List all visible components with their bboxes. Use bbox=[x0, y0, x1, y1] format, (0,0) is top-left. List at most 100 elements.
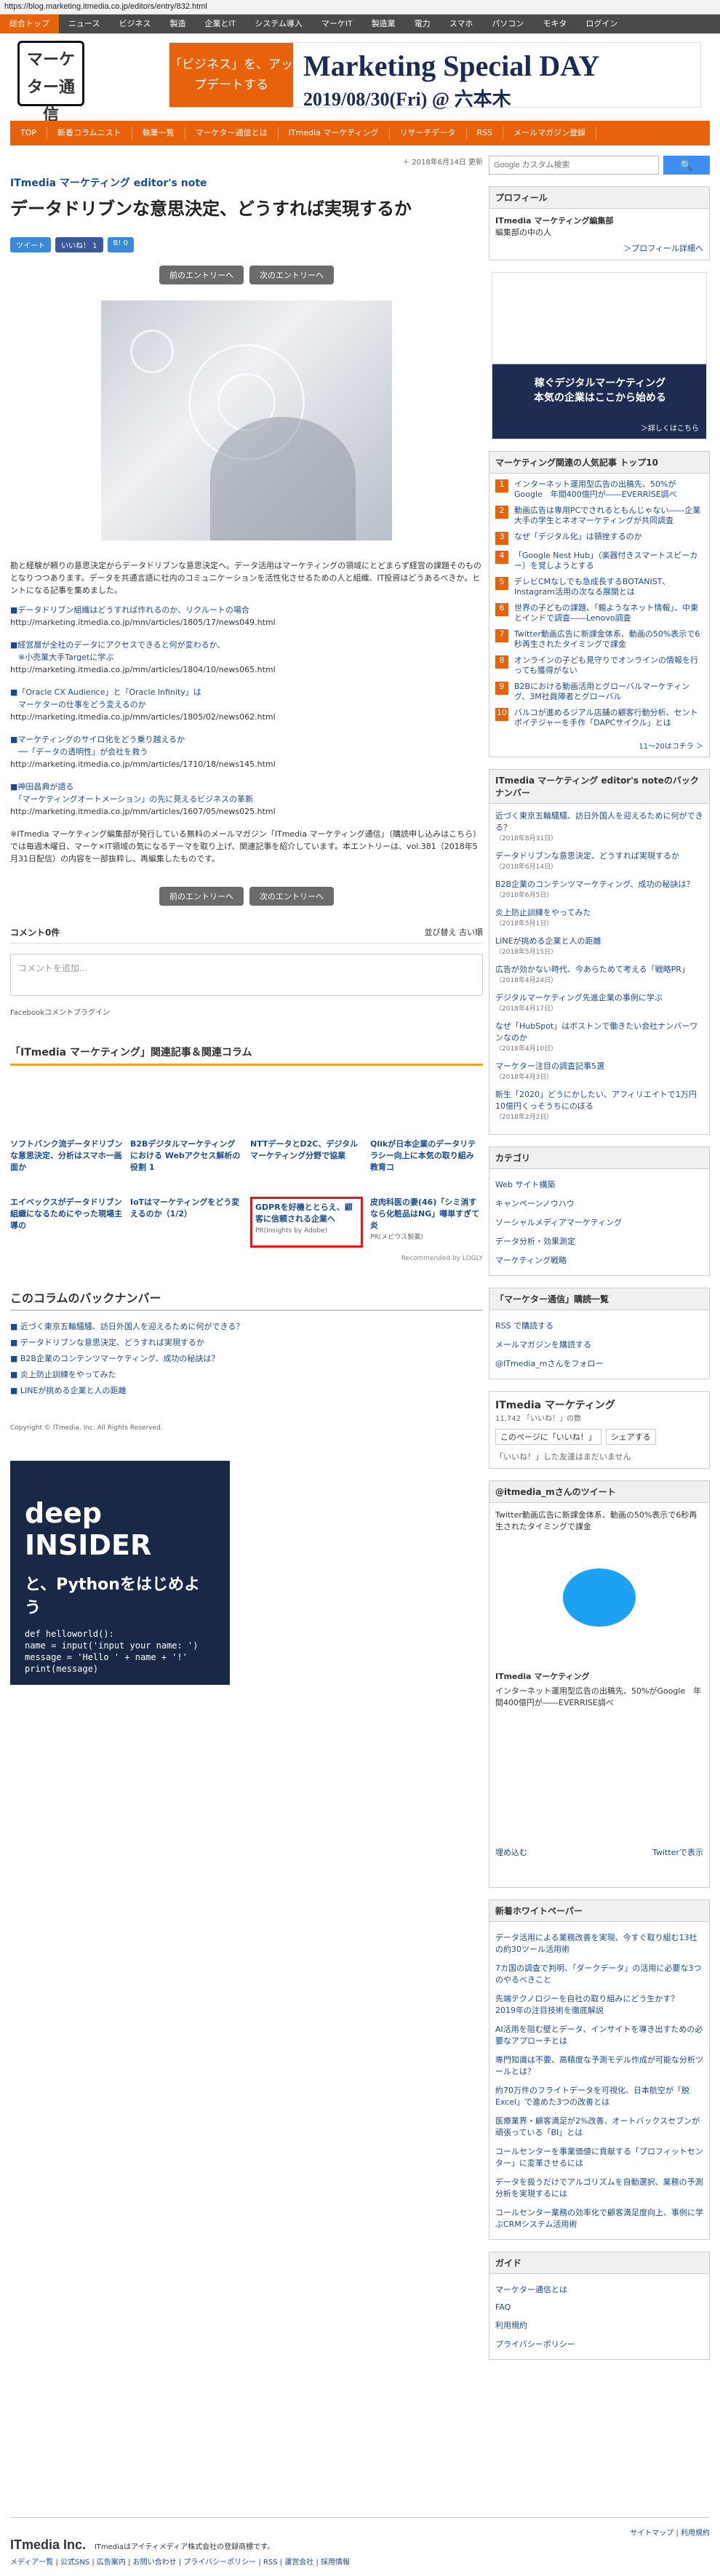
neww-item[interactable]: 先端テクノロジーを自社の取り組みにどう生かす？ 2019年の注目技術を徹底解説 bbox=[495, 1989, 703, 2019]
tw-embed-link[interactable]: 埋め込む bbox=[495, 1846, 527, 1858]
ranking-item[interactable]: 6 世界の子どもの課題、「親ようなネット情報」、中東とインドで調査――Lenovo… bbox=[495, 603, 703, 623]
footer-right-links[interactable]: サイトマップ | 利用規約 bbox=[10, 2527, 710, 2537]
site-nav-item[interactable]: ITmedia マーケティング bbox=[279, 127, 390, 140]
ranking-item[interactable]: 4 「Google Nest Hub」（楽器付きスマートスピーカー）を覚しようとす… bbox=[495, 551, 703, 571]
backnumber-item[interactable]: ■ LINEが挑める企業と人の距離 bbox=[10, 1382, 483, 1398]
cats-item[interactable]: マーケティング戦略 bbox=[495, 1251, 703, 1269]
site-nav-item[interactable]: マーケター通信とは bbox=[185, 127, 279, 140]
neww-item[interactable]: 専門知識は不要、高精度な予測モデル作成が可能な分析ツールとは？ bbox=[495, 2050, 703, 2081]
next-entry-button-bottom[interactable]: 次のエントリーへ bbox=[249, 887, 334, 906]
gnav-item[interactable]: モキタ bbox=[533, 15, 576, 33]
prev-entry-button[interactable]: 前のエントリーへ bbox=[159, 266, 244, 284]
comment-input[interactable]: コメントを追加... bbox=[10, 954, 483, 996]
cats-item[interactable]: Web サイト構築 bbox=[495, 1175, 703, 1194]
editor-backnumber-item[interactable]: LINEが挑める企業と人の距離 （2018年5月15日） bbox=[495, 935, 703, 956]
tweet-button[interactable]: ツイート bbox=[10, 237, 51, 252]
gnav-item[interactable]: スマホ bbox=[440, 15, 483, 33]
site-nav-item[interactable]: 執筆一覧 bbox=[132, 127, 185, 140]
gnav-item[interactable]: ニュース bbox=[59, 15, 109, 33]
gnav-item[interactable]: ビジネス bbox=[109, 15, 160, 33]
related-card[interactable]: GDPRを好機ととらえ、顧客に信頼される企業へ PR(Insights by Ad… bbox=[250, 1197, 363, 1248]
cats-item[interactable]: キャンペーンノウハウ bbox=[495, 1194, 703, 1213]
neww-item[interactable]: コールセンター業務の効率化で顧客満足度向上、事例に学ぶCRMシステム活用術 bbox=[495, 2203, 703, 2233]
related-card[interactable]: NTTデータとD2C、デジタルマーケティング分野で協業 bbox=[250, 1139, 363, 1189]
article-link-title[interactable]: ■マーケティングのサイロ化をどう乗り越えるか ──「データの透明性」が会社を救う bbox=[10, 733, 483, 758]
article-link-title[interactable]: ■データドリブン組織はどうすれば作れるのか、リクルートの場合 bbox=[10, 604, 483, 616]
search-button[interactable]: 🔍 bbox=[663, 156, 710, 175]
url-bar[interactable]: https://blog.marketing.itmedia.co.jp/edi… bbox=[0, 0, 720, 15]
gnav-item[interactable]: 総合トップ bbox=[0, 15, 59, 33]
fb-share-button[interactable]: シェアする bbox=[605, 1429, 656, 1445]
like-button[interactable]: いいね！ 1 bbox=[55, 237, 103, 252]
article-link-url[interactable]: http://marketing.itmedia.co.jp/mm/articl… bbox=[10, 758, 483, 770]
ranking-item[interactable]: 2 動画広告は専用PCでされるともんじゃない――企業大手の学生とネオマーケティング… bbox=[495, 506, 703, 526]
site-nav-item[interactable]: 新着コラムニスト bbox=[47, 127, 132, 140]
ranking-more-link[interactable]: 11～20はコチラ ＞ bbox=[489, 740, 709, 757]
search-input[interactable] bbox=[489, 156, 659, 175]
ranking-item[interactable]: 5 デレビCMなしでも急成長するBOTANIST、Instagram活用の次なる展… bbox=[495, 577, 703, 597]
article-link-title[interactable]: ■「Oracle CX Audience」と「Oracle Infinity」は… bbox=[10, 686, 483, 711]
neww-item[interactable]: 約70万件のフライトデータを可視化、日本航空が「脱Excel」で進めた3つの改善… bbox=[495, 2081, 703, 2111]
facebook-comment-plugin[interactable]: Facebookコメントプラグイン bbox=[10, 1006, 483, 1017]
article-link-title[interactable]: ■神田昌典が語る 「マーケティングオートメーション」の先に見えるビジネスの革新 bbox=[10, 781, 483, 805]
tw-view-link[interactable]: Twitterで表示 bbox=[652, 1846, 703, 1858]
neww-item[interactable]: 医療業界・顧客満足が2%改善、オートバックスセブンが頑張っている「BI」とは bbox=[495, 2111, 703, 2142]
gnav-item[interactable]: マーケIT bbox=[312, 15, 362, 33]
ranking-item[interactable]: 8 オンラインの子ども見守りでオンラインの情報を行っても獲得がない bbox=[495, 655, 703, 676]
ranking-item[interactable]: 10 バルコが進めるジアル店舗の顧客行動分析、セントポイテジャーを手作「DAPCサ… bbox=[495, 708, 703, 728]
site-nav-item[interactable]: メールマガジン登録 bbox=[503, 127, 597, 140]
blog-name[interactable]: ITmedia マーケティング editor's note bbox=[10, 175, 483, 190]
sidebar-ad[interactable]: 稼ぐデジタルマーケティング 本気の企業はここから始める ＞詳しくはこちら bbox=[492, 272, 707, 439]
related-card[interactable]: B2Bデジタルマーケティングにおける Webアクセス解析の役割 1 bbox=[130, 1139, 243, 1189]
site-logo[interactable]: マーケター通信 bbox=[17, 41, 84, 124]
prev-entry-button-bottom[interactable]: 前のエントリーへ bbox=[159, 887, 244, 906]
cats-item[interactable]: ソーシャルメディアマーケティング bbox=[495, 1213, 703, 1232]
related-card[interactable]: エイベックスがデータドリブン組織になるためにやった現場主導の bbox=[10, 1197, 123, 1248]
profile-name[interactable]: ITmedia マーケティング編集部 bbox=[495, 215, 703, 226]
editor-backnumber-item[interactable]: 広告が効かない時代、今あらためて考える「戦略PR」 （2018年4月24日） bbox=[495, 963, 703, 984]
deep-insider-ad[interactable]: deep INSIDER と、Pythonをはじめよう def hellowor… bbox=[10, 1461, 230, 1697]
editor-backnumber-item[interactable]: なぜ「HubSpot」はボストンで働きたい会社ナンバーワンなのか （2018年4月… bbox=[495, 1020, 703, 1053]
related-card[interactable]: ソフトバンク流データドリブンな意思決定、分析はスマホ一画面か bbox=[10, 1139, 123, 1189]
ranking-item[interactable]: 3 なぜ「デジタル化」は頓挫するのか bbox=[495, 532, 703, 545]
hatena-button[interactable]: B! 0 bbox=[107, 237, 134, 252]
gnav-item[interactable]: 企業とIT bbox=[195, 15, 245, 33]
subs-item[interactable]: メールマガジンを購読する bbox=[495, 1335, 703, 1354]
editor-backnumber-item[interactable]: 近づく東京五輪騒騒、訪日外国人を迎えるために何ができる？ （2018年8月31日） bbox=[495, 810, 703, 842]
article-link-url[interactable]: http://marketing.itmedia.co.jp/mm/articl… bbox=[10, 711, 483, 723]
neww-item[interactable]: コールセンターを事業価値に貢献する「プロフィットセンター」に変革させるには bbox=[495, 2142, 703, 2172]
banner-ad[interactable]: 「ビジネス」を、アップデートする Marketing Special DAY 2… bbox=[169, 42, 701, 110]
ranking-item[interactable]: 7 Twitter動画広告に新課金体系、動画の50%表示で6秒再生されたタイミング… bbox=[495, 629, 703, 650]
gnav-item[interactable]: 電力 bbox=[405, 15, 440, 33]
related-card[interactable]: IoTはマーケティングをどう変えるのか（1/2） bbox=[130, 1197, 243, 1248]
comment-sort[interactable]: 並び替え 古い順 bbox=[425, 926, 484, 938]
cats-item[interactable]: データ分析・効果測定 bbox=[495, 1232, 703, 1251]
ranking-item[interactable]: 9 B2Bにおける動画活用とグローバルマーケティング、3M社員陣者とグローバル bbox=[495, 682, 703, 702]
editor-backnumber-item[interactable]: マーケター注目の調査記事5選 （2018年4月3日） bbox=[495, 1060, 703, 1081]
profile-more-link[interactable]: ＞プロフィール詳細へ bbox=[495, 242, 703, 254]
gnav-item[interactable]: 製造 bbox=[160, 15, 195, 33]
next-entry-button[interactable]: 次のエントリーへ bbox=[249, 266, 334, 284]
logly-recommend[interactable]: Recommended by LOGLY bbox=[10, 1255, 483, 1262]
article-link-url[interactable]: http://marketing.itmedia.co.jp/mm/articl… bbox=[10, 663, 483, 676]
article-link-url[interactable]: http://marketing.itmedia.co.jp/mm/articl… bbox=[10, 805, 483, 818]
article-link-title[interactable]: ■経営層が全社のデータにアクセスできると何が変わるか、 ※小売業大手Target… bbox=[10, 639, 483, 663]
related-card[interactable]: 皮肉科医の妻(46)「シミ消すなら化粧品はNG」噂単すぎて炎 PR(メビウス製薬) bbox=[370, 1197, 483, 1248]
subs-item[interactable]: RSS で購読する bbox=[495, 1316, 703, 1335]
neww-item[interactable]: AI活用を阻む壁とデータ、インサイトを導き出すための必要なアプローチとは bbox=[495, 2019, 703, 2050]
tweet-account[interactable]: ITmedia マーケティング bbox=[495, 1670, 703, 1682]
backnumber-item[interactable]: ■ 近づく東京五輪騒騒、訪日外国人を迎えるために何ができる？ bbox=[10, 1318, 483, 1334]
backnumber-item[interactable]: ■ データドリブンな意思決定、どうすれば実現するか bbox=[10, 1334, 483, 1350]
backnumber-item[interactable]: ■ B2B企業のコンテンツマーケティング、成功の秘訣は？ bbox=[10, 1350, 483, 1366]
tweet-1[interactable]: Twitter動画広告に新課金体系、動画の50%表示で6秒再生されたタイミングで… bbox=[495, 1509, 703, 1532]
editor-backnumber-item[interactable]: デジタルマーケティング先進企業の事例に学ぶ （2018年4月17日） bbox=[495, 992, 703, 1013]
editor-backnumber-item[interactable]: データドリブンな意思決定、どうすれば実現するか （2018年6月14日） bbox=[495, 850, 703, 871]
ranking-item[interactable]: 1 インターネット運用型広告の出稿先、50%がGoogle 年間400億円が――E… bbox=[495, 479, 703, 500]
editor-backnumber-item[interactable]: 新生「2020」どうにかしたい、アフィリエイトで1万円10億円くっそうちにのぼる… bbox=[495, 1088, 703, 1121]
tweet-2[interactable]: インターネット運用型広告の出稿先、50%がGoogle 年間400億円が――EV… bbox=[495, 1685, 703, 1708]
subs-item[interactable]: @ITmedia_mさんをフォロー bbox=[495, 1354, 703, 1373]
gnav-item[interactable]: 製造業 bbox=[362, 15, 405, 33]
neww-item[interactable]: データ活用による業務改善を実現、今すぐ取り組む13社の約30ツール活用術 bbox=[495, 1928, 703, 1958]
site-nav-item[interactable]: TOP bbox=[10, 127, 48, 140]
guide-item[interactable]: 利用規約 bbox=[495, 2316, 703, 2334]
